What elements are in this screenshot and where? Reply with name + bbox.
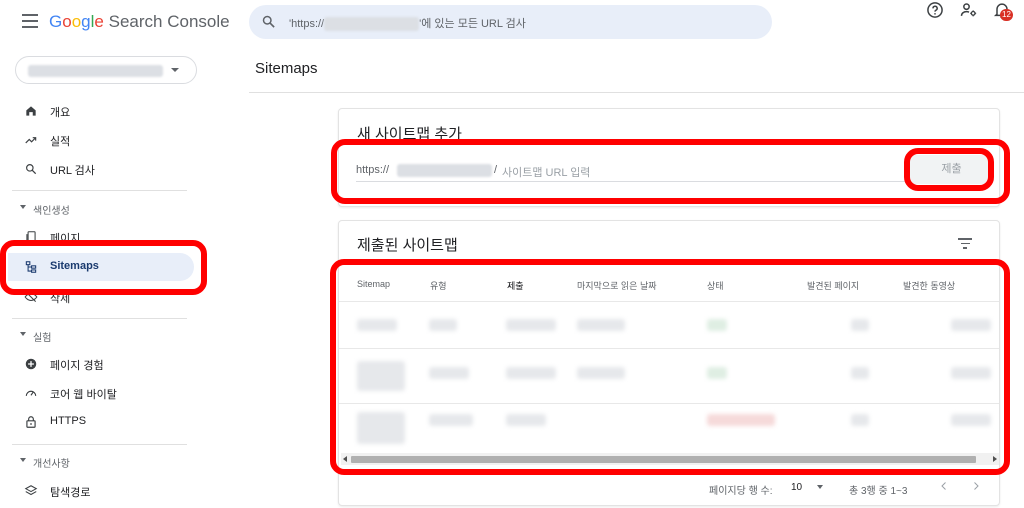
sidebar-item-breadcrumbs[interactable]: 탐색경로 (0, 477, 200, 505)
sidebar-item-label: 개요 (50, 107, 71, 119)
rows-per-page-label: 페이지당 행 수: (709, 486, 773, 497)
manage-users-icon[interactable] (959, 0, 979, 20)
sidebar-item-label: HTTPS (50, 415, 87, 427)
top-app-bar: Google Search Console 'https://'에 있는 모든 … (0, 0, 1024, 45)
section-label: 실험 (33, 333, 52, 344)
url-inspection-search[interactable]: 'https://'에 있는 모든 URL 검사 (249, 5, 772, 39)
rows-per-page-value: 10 (791, 482, 803, 493)
trending-icon (25, 137, 37, 144)
next-page-icon[interactable] (970, 480, 982, 492)
highlight-sitemaps-nav (0, 240, 207, 295)
highlight-sitemaps-table (330, 259, 1010, 475)
chevron-down-icon (20, 458, 26, 462)
filter-icon[interactable] (958, 238, 972, 249)
redacted-domain (324, 17, 420, 32)
sidebar-item-page-experience[interactable]: 페이지 경험 (0, 350, 200, 378)
redacted-property (28, 65, 163, 77)
gauge-icon (25, 390, 37, 397)
search-icon (26, 164, 37, 175)
previous-page-icon[interactable] (938, 480, 950, 492)
chevron-down-icon (20, 332, 26, 336)
highlight-submit-button (904, 148, 994, 191)
chevron-down-icon (816, 485, 823, 490)
pagination-range: 총 3행 중 1~3 (849, 486, 908, 497)
property-selector[interactable] (15, 56, 197, 84)
sidebar-item-performance[interactable]: 실적 (0, 126, 200, 154)
menu-icon[interactable] (22, 14, 38, 28)
sidebar-item-label: 탐색경로 (50, 487, 91, 499)
layers-icon (24, 485, 38, 496)
section-label: 색인생성 (33, 206, 70, 217)
home-icon (26, 106, 36, 116)
chevron-down-icon (171, 68, 179, 72)
notification-badge: 12 (1000, 9, 1013, 21)
search-placeholder: 'https://'에 있는 모든 URL 검사 (289, 17, 526, 32)
product-logo[interactable]: Google Search Console (49, 12, 230, 32)
sidebar-divider (12, 190, 187, 191)
chevron-down-icon (20, 205, 26, 209)
sidebar-item-https[interactable]: HTTPS (0, 408, 200, 436)
google-wordmark: Google (49, 12, 104, 31)
sidebar-item-url-inspection[interactable]: URL 검사 (0, 155, 200, 183)
sidebar-divider (12, 444, 187, 445)
lock-icon (26, 416, 36, 428)
sidebar-divider (12, 318, 187, 319)
sidebar-item-core-web-vitals[interactable]: 코어 웹 바이탈 (0, 379, 200, 407)
page-title: Sitemaps (255, 60, 318, 77)
sidebar-item-label: 실적 (50, 136, 71, 148)
sidebar-item-label: 페이지 경험 (50, 360, 104, 372)
help-icon[interactable] (925, 0, 945, 20)
section-label: 개선사항 (33, 459, 70, 470)
rows-per-page-select[interactable]: 10 (791, 482, 823, 493)
search-icon (262, 15, 275, 28)
plus-circle-icon (25, 358, 37, 370)
header-divider (249, 92, 1024, 93)
submitted-sitemaps-title: 제출된 사이트맵 (357, 237, 458, 254)
product-name: Search Console (108, 12, 230, 31)
sidebar-item-label: 코어 웹 바이탈 (50, 389, 117, 401)
sidebar-item-overview[interactable]: 개요 (0, 97, 200, 125)
sidebar-item-label: URL 검사 (50, 165, 95, 177)
